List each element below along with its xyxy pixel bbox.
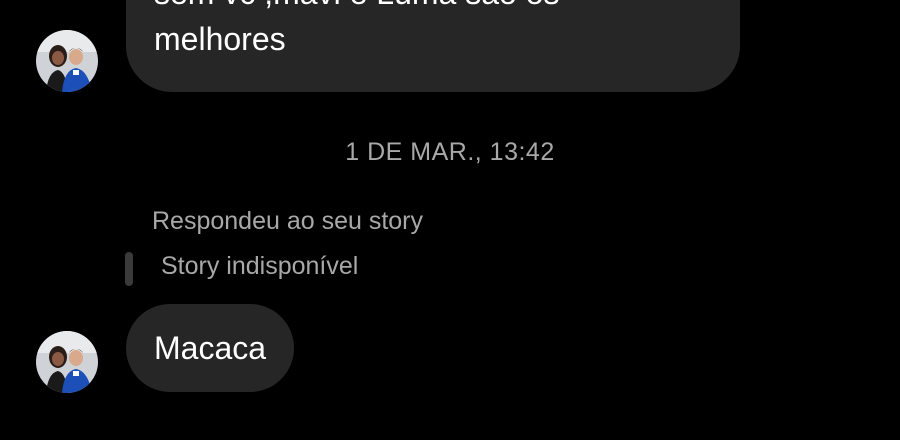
sender-avatar[interactable] — [36, 331, 98, 393]
message-text-line: melhores — [154, 21, 286, 57]
sender-avatar[interactable] — [36, 30, 98, 92]
story-reply-label: Respondeu ao seu story — [152, 207, 424, 235]
story-quote-bar — [125, 252, 133, 286]
message-bubble-incoming[interactable]: sem vc ,mavi e Luma são os melhores — [126, 0, 740, 92]
message-text: Macaca — [154, 330, 267, 366]
profile-photo-icon — [36, 331, 98, 393]
chat-screen: sem vc ,mavi e Luma são os melhores 1 DE… — [0, 0, 900, 440]
message-text-line: sem vc ,mavi e Luma são os — [154, 0, 712, 16]
message-bubble-incoming[interactable]: Macaca — [126, 304, 295, 392]
message-timestamp: 1 DE MAR., 13:42 — [345, 138, 555, 166]
profile-photo-icon — [36, 30, 98, 92]
story-unavailable-text[interactable]: Story indisponível — [161, 252, 358, 281]
